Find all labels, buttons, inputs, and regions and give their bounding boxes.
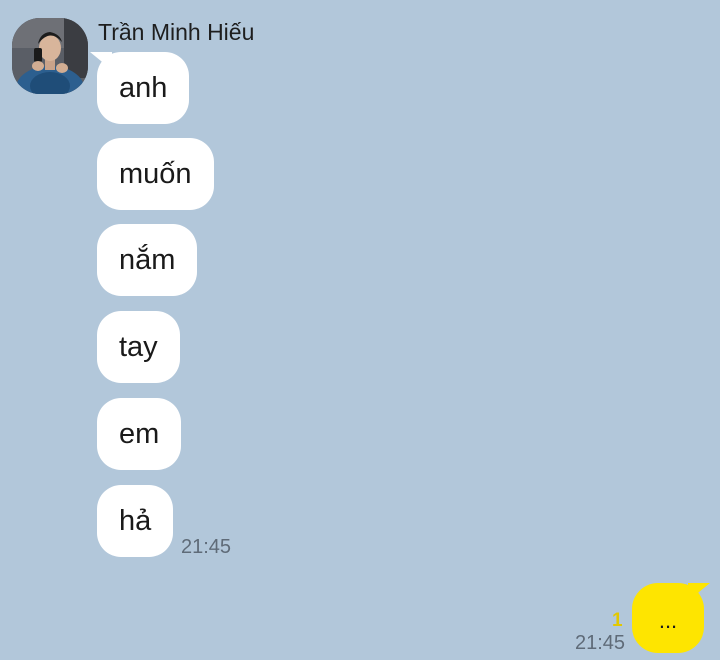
- profile-photo-icon: [12, 18, 88, 94]
- sender-avatar[interactable]: [12, 18, 88, 94]
- incoming-message-bubble[interactable]: hả: [97, 485, 174, 557]
- incoming-message-bubble[interactable]: nắm: [97, 224, 198, 296]
- sender-name: Trần Minh Hiếu: [98, 19, 255, 45]
- unread-count: 1: [612, 610, 623, 631]
- incoming-message-bubble[interactable]: tay: [97, 311, 180, 383]
- incoming-timestamp: 21:45: [181, 536, 232, 558]
- incoming-message-bubble[interactable]: em: [97, 398, 182, 470]
- incoming-message-bubble[interactable]: anh: [97, 52, 190, 124]
- chat-room: Trần Minh Hiếu anh muốn nắm tay em hả 21…: [0, 0, 720, 660]
- outgoing-message-bubble[interactable]: ...: [632, 583, 704, 653]
- incoming-message-bubble[interactable]: muốn: [97, 138, 214, 210]
- outgoing-timestamp: 21:45: [575, 632, 626, 654]
